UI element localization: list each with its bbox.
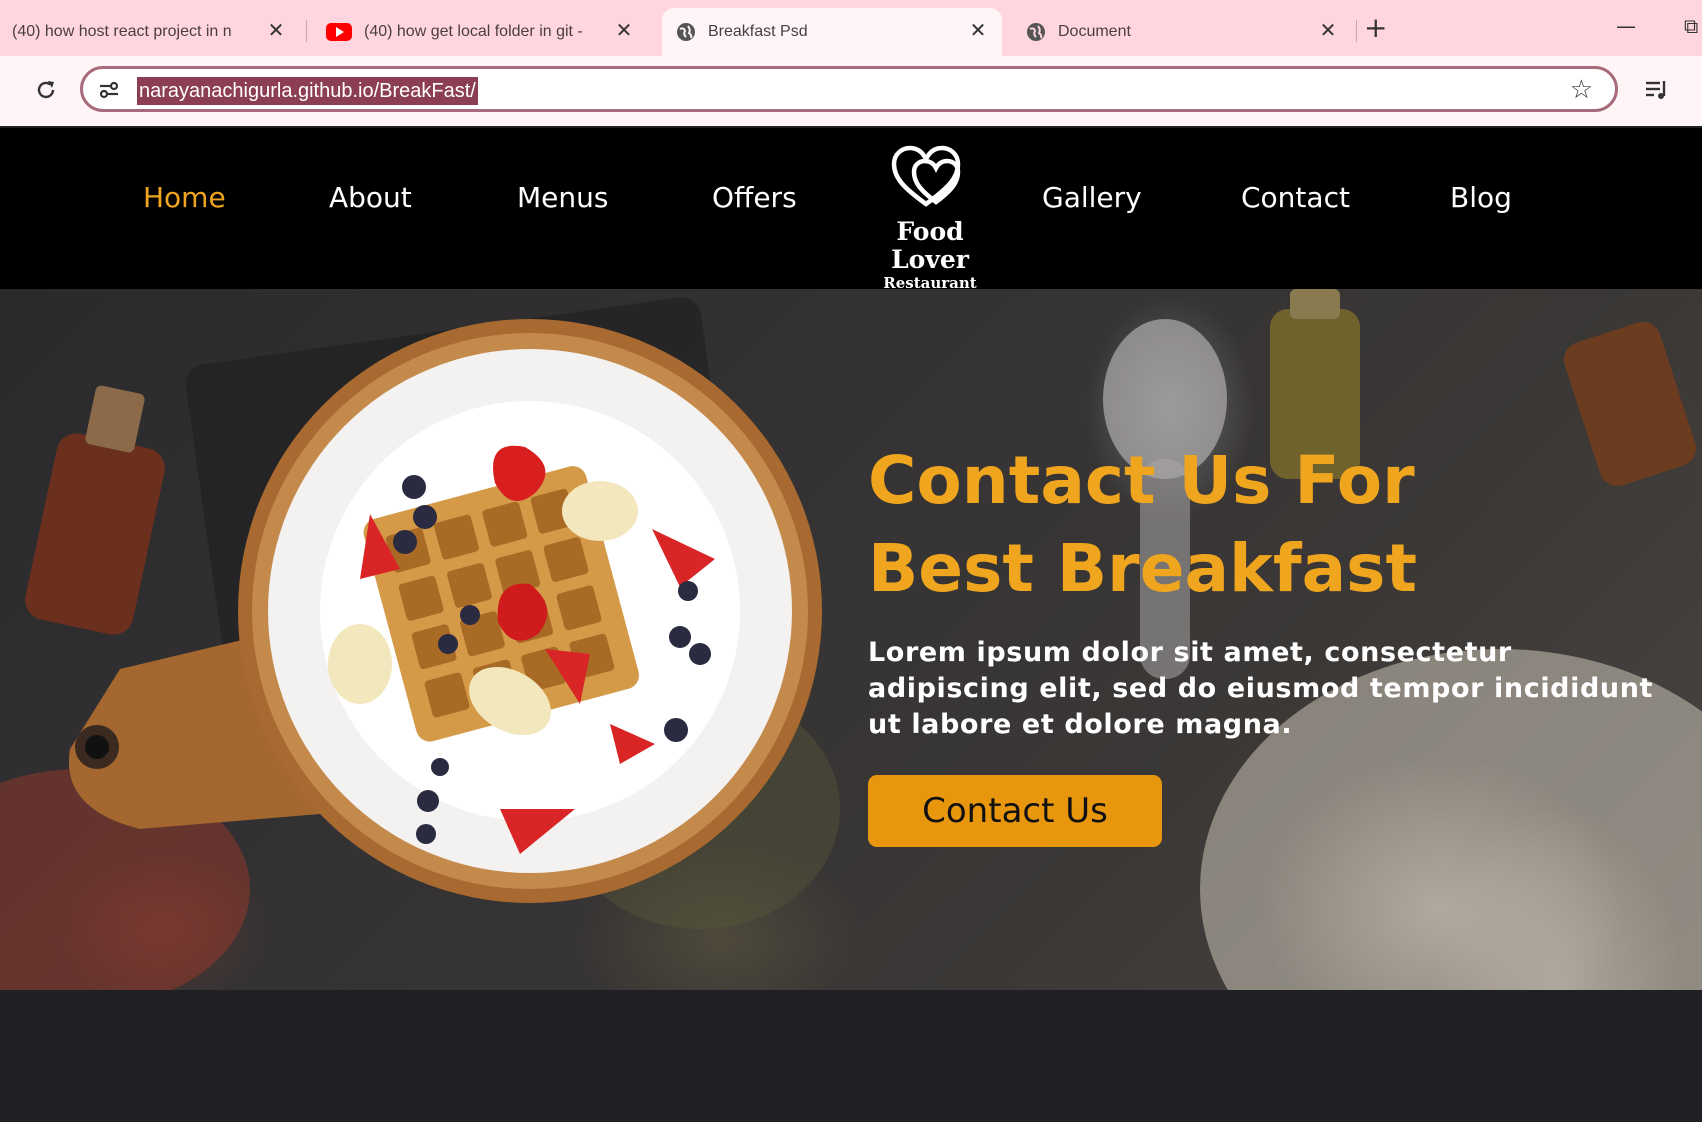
media-controls-icon[interactable]: [1644, 78, 1670, 102]
close-tab-icon[interactable]: ✕: [966, 18, 990, 42]
contact-us-button[interactable]: Contact Us: [868, 775, 1162, 847]
address-bar[interactable]: narayanachigurla.github.io/BreakFast/ ☆: [80, 66, 1618, 112]
nav-link-about[interactable]: About: [329, 181, 412, 214]
tab-title: (40) how host react project in n: [12, 23, 232, 40]
close-tab-icon[interactable]: ✕: [1316, 18, 1340, 42]
nav-link-contact[interactable]: Contact: [1241, 181, 1350, 214]
spice-jar-icon: [25, 385, 165, 635]
globe-icon: [677, 23, 695, 41]
tab-title: Breakfast Psd: [708, 23, 808, 40]
new-tab-button[interactable]: +: [1364, 14, 1387, 42]
hero-heading-line1: Contact Us For: [868, 442, 1415, 519]
site-header-nav: Home About Menus Offers Food Lover Resta…: [0, 128, 1702, 292]
tab-separator: [1356, 20, 1357, 42]
nav-link-blog[interactable]: Blog: [1450, 181, 1512, 214]
hero-heading: Contact Us For Best Breakfast: [868, 437, 1628, 613]
minimize-button[interactable]: —: [1616, 14, 1636, 38]
restore-button[interactable]: ⧉: [1684, 14, 1698, 38]
tab-separator: [306, 20, 307, 42]
tab-local-folder-git[interactable]: (40) how get local folder in git - ✕: [312, 8, 648, 56]
tab-title: Document: [1058, 23, 1131, 40]
tab-host-react[interactable]: (40) how host react project in n ✕: [0, 8, 300, 56]
bookmark-star-icon[interactable]: ☆: [1570, 75, 1593, 105]
tab-title: (40) how get local folder in git -: [364, 23, 583, 40]
site-settings-icon[interactable]: [97, 78, 121, 102]
waffles-plate-icon: [68, 319, 822, 903]
nav-link-offers[interactable]: Offers: [712, 181, 797, 214]
page-footer-area: [0, 990, 1702, 1122]
hero-description: Lorem ipsum dolor sit amet, consectetur …: [868, 637, 1654, 740]
close-tab-icon[interactable]: ✕: [612, 18, 636, 42]
nav-link-gallery[interactable]: Gallery: [1042, 181, 1142, 214]
url-text[interactable]: narayanachigurla.github.io/BreakFast/: [137, 77, 478, 105]
logo-name: Food Lover: [891, 217, 969, 274]
hero-section: Contact Us For Best Breakfast Lorem ipsu…: [0, 289, 1702, 990]
youtube-icon: [326, 23, 352, 41]
browser-toolbar: narayanachigurla.github.io/BreakFast/ ☆: [0, 56, 1702, 126]
tab-document[interactable]: Document ✕: [1012, 8, 1352, 56]
site-logo[interactable]: Food Lover Restaurant: [856, 144, 1004, 292]
reload-icon: [37, 81, 55, 99]
browser-tab-strip: (40) how host react project in n ✕ (40) …: [0, 0, 1702, 56]
close-tab-icon[interactable]: ✕: [264, 18, 288, 42]
double-heart-icon: [891, 145, 961, 207]
reload-button[interactable]: [32, 76, 60, 104]
hero-heading-line2: Best Breakfast: [868, 530, 1418, 607]
nav-link-menus[interactable]: Menus: [517, 181, 608, 214]
nav-link-home[interactable]: Home: [143, 181, 226, 214]
globe-icon: [1027, 23, 1045, 41]
tab-breakfast-psd[interactable]: Breakfast Psd ✕: [662, 8, 1002, 56]
